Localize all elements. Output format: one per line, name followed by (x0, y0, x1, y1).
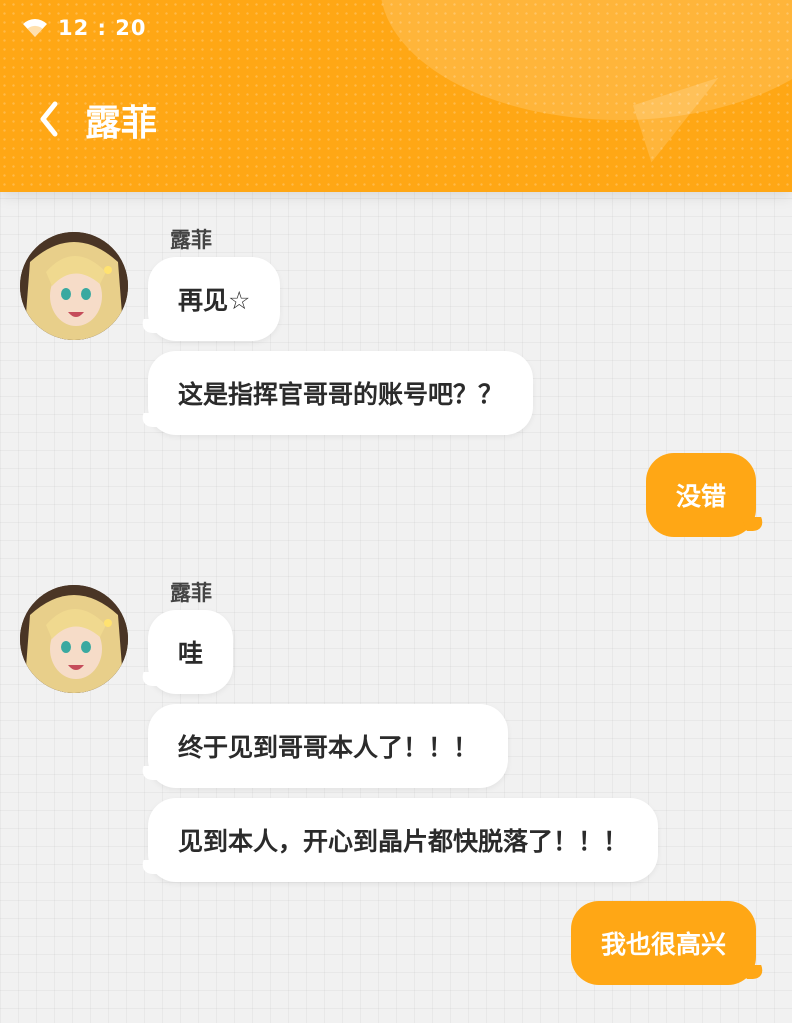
status-time: 12 : 20 (58, 16, 147, 40)
message-bubble-incoming[interactable]: 这是指挥官哥哥的账号吧？？ (148, 351, 534, 435)
character-portrait (20, 585, 128, 693)
avatar[interactable] (20, 232, 128, 340)
message-bubble-incoming[interactable]: 再见☆ (148, 257, 281, 341)
character-portrait (20, 232, 128, 340)
app-header: 12 : 20 露菲 (0, 0, 792, 192)
status-bar: 12 : 20 (22, 14, 146, 42)
wifi-icon (23, 19, 47, 37)
header-decoration (380, 0, 792, 120)
avatar[interactable] (20, 585, 128, 693)
chevron-left-icon[interactable] (38, 100, 60, 138)
chat-title: 露菲 (85, 103, 158, 144)
message-bubble-incoming[interactable]: 哇 (148, 610, 234, 694)
sender-name: 露菲 (170, 581, 212, 605)
message-bubble-incoming[interactable]: 见到本人，开心到晶片都快脱落了！！！ (148, 798, 659, 882)
message-bubble-outgoing[interactable]: 没错 (645, 453, 756, 537)
sender-name: 露菲 (170, 228, 212, 252)
message-bubble-outgoing[interactable]: 我也很高兴 (570, 901, 756, 985)
message-bubble-incoming[interactable]: 终于见到哥哥本人了！！！ (148, 704, 509, 788)
